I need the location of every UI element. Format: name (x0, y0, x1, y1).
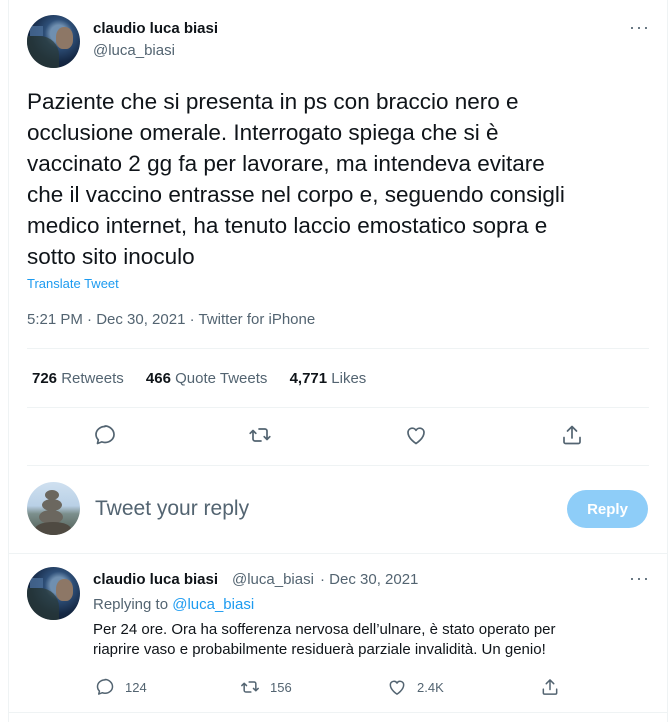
replying-handle-link[interactable]: @luca_biasi (172, 596, 254, 613)
retweet-count: 156 (270, 679, 292, 695)
like-icon[interactable] (404, 423, 428, 447)
left-border (8, 0, 9, 722)
author-avatar[interactable] (27, 15, 80, 68)
divider (27, 465, 649, 466)
retweet-icon (240, 678, 260, 693)
tweet-text-line: Paziente che si presenta in ps con bracc… (27, 89, 519, 114)
share-action[interactable] (540, 677, 560, 697)
tweet-meta[interactable]: 5:21 PM · Dec 30, 2021 · Twitter for iPh… (27, 311, 315, 328)
reply-text-line: Per 24 ore. Ora ha sofferenza nervosa de… (93, 621, 556, 638)
divider (8, 712, 668, 713)
more-icon[interactable]: ··· (629, 569, 650, 587)
retweet-action[interactable]: 156 (240, 677, 292, 697)
reply-input[interactable]: Tweet your reply (95, 497, 249, 521)
like-icon (387, 678, 407, 695)
replying-to: Replying to @luca_biasi (93, 596, 254, 613)
divider (8, 553, 668, 554)
tweet-text-line: sotto sito inoculo (27, 244, 195, 269)
translate-tweet-link[interactable]: Translate Tweet (27, 276, 119, 291)
reply-button[interactable]: Reply (567, 490, 648, 528)
right-border (667, 0, 668, 722)
more-icon[interactable]: ··· (629, 18, 650, 36)
reply-author-name[interactable]: claudio luca biasi (93, 571, 218, 588)
likes-stat[interactable]: 4,771 Likes (290, 370, 367, 387)
tweet-text-line: occlusione omerale. Interrogato spiega c… (27, 120, 499, 145)
tweet-stats: 726 Retweets 466 Quote Tweets 4,771 Like… (32, 370, 384, 387)
author-name[interactable]: claudio luca biasi (93, 20, 218, 37)
reply-author-handle[interactable]: @luca_biasi (232, 571, 314, 588)
reply-author-avatar[interactable] (27, 567, 80, 620)
reply-text: Per 24 ore. Ora ha sofferenza nervosa de… (93, 620, 633, 660)
reply-action[interactable]: 124 (95, 677, 147, 697)
tweet-text: Paziente che si presenta in ps con bracc… (27, 86, 637, 272)
reply-text-line: riaprire vaso e probabilmente residuerà … (93, 641, 546, 658)
tweet-text-line: che il vaccino entrasse nel corpo e, seg… (27, 182, 565, 207)
like-count: 2.4K (417, 679, 444, 695)
reply-date[interactable]: · Dec 30, 2021 (320, 571, 418, 588)
reply-count: 124 (125, 679, 147, 695)
reply-icon (95, 678, 115, 695)
retweet-icon[interactable] (248, 423, 272, 447)
share-icon[interactable] (560, 423, 584, 447)
tweet-text-line: vaccinato 2 gg fa per lavorare, ma inten… (27, 151, 545, 176)
tweet-text-line: medico internet, ha tenuto laccio emosta… (27, 213, 548, 238)
quote-tweets-stat[interactable]: 466 Quote Tweets (146, 370, 267, 387)
reply-icon[interactable] (93, 423, 117, 447)
divider (27, 407, 649, 408)
replying-label: Replying to (93, 596, 169, 613)
current-user-avatar[interactable] (27, 482, 80, 535)
like-action[interactable]: 2.4K (387, 677, 444, 697)
divider (27, 348, 649, 349)
share-icon (540, 678, 560, 695)
author-handle[interactable]: @luca_biasi (93, 42, 175, 59)
retweets-stat[interactable]: 726 Retweets (32, 370, 124, 387)
